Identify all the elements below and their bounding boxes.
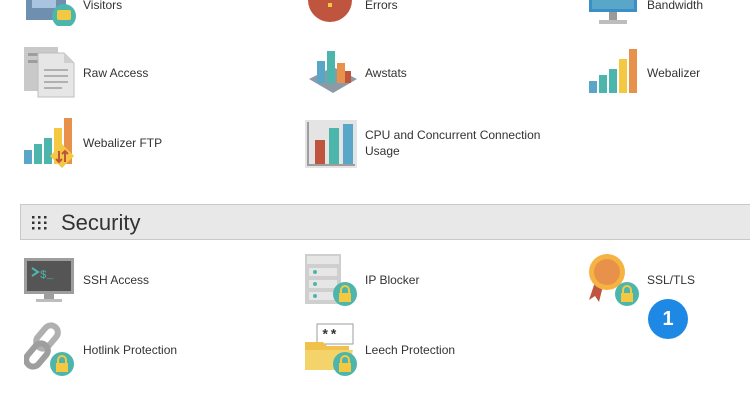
svg-text:**: ** <box>321 328 338 344</box>
bar-chart-icon <box>587 45 643 101</box>
section-title: Security <box>61 210 141 235</box>
security-section-header[interactable]: Security <box>20 204 750 240</box>
document-icon <box>24 45 80 101</box>
webalizer-ftp-label: Webalizer FTP <box>83 136 163 150</box>
terminal-icon: $_ <box>24 252 80 308</box>
awstats-label: Awstats <box>365 66 407 80</box>
leech-label: Leech Protection <box>365 343 456 357</box>
monitor-icon <box>587 0 643 26</box>
cpu-usage-label: CPU and Concurrent Connection Usage <box>365 128 541 158</box>
errors-label: Errors <box>365 0 398 12</box>
folder-password-icon: ** <box>305 322 361 378</box>
bar-3d-icon <box>305 45 361 101</box>
visitors-icon <box>24 0 80 26</box>
bar-chart-transfer-icon <box>24 116 80 172</box>
ssh-access-label: SSH Access <box>83 273 150 287</box>
bandwidth-label: Bandwidth <box>647 0 704 12</box>
certificate-lock-icon <box>587 252 643 308</box>
visitors-label: Visitors <box>83 0 123 12</box>
errors-icon <box>305 0 361 26</box>
chain-lock-icon <box>24 322 80 378</box>
svg-text:$_: $_ <box>40 270 54 282</box>
hotlink-label: Hotlink Protection <box>83 343 178 357</box>
drag-handle-icon[interactable] <box>32 216 48 230</box>
webalizer-label: Webalizer <box>647 66 701 80</box>
cpu-chart-icon <box>305 116 361 172</box>
raw-access-label: Raw Access <box>83 66 149 80</box>
callout-badge: 1 <box>648 299 688 339</box>
ssl-tls-label: SSL/TLS <box>647 273 696 287</box>
server-lock-icon <box>305 252 361 308</box>
ip-blocker-label: IP Blocker <box>365 273 420 287</box>
